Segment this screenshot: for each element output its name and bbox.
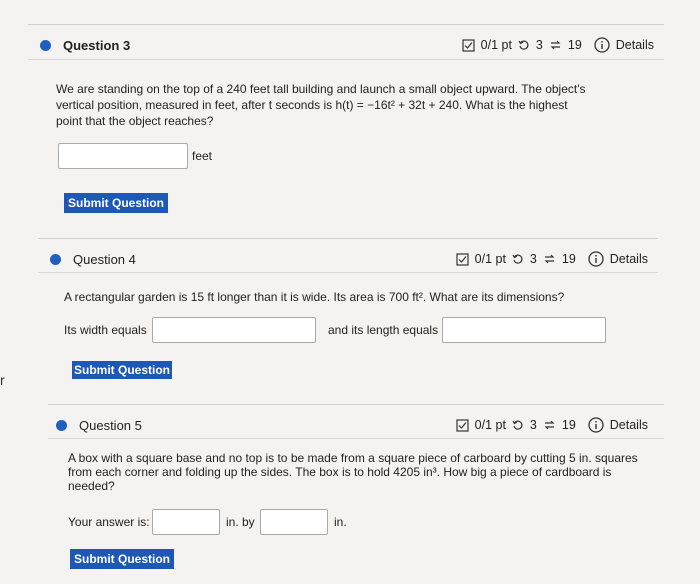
question-5: Question 5 0/1 pt 3 19 Details A box wit… [48,404,664,574]
question-meta: 0/1 pt 3 19 Details [462,37,654,53]
checkbox-icon [456,252,469,266]
question-line: point that the object reaches? [56,114,214,128]
retries-count: 3 [529,418,537,432]
question-bullet-icon [40,39,51,51]
checkbox-icon [456,418,469,432]
attempts-icon [543,253,556,265]
details-link[interactable]: Details [616,38,654,52]
length-input[interactable] [442,317,606,343]
points-text: 0/1 pt [480,38,512,52]
divider [48,438,664,439]
question-meta: 0/1 pt 3 19 Details [456,251,648,267]
question-line: A rectangular garden is 15 ft longer tha… [64,290,565,304]
question-line: A box with a square base and no top is t… [68,451,638,465]
info-icon[interactable] [588,417,604,433]
question-title: Question 3 [63,37,131,53]
details-link[interactable]: Details [610,252,648,266]
question-meta: 0/1 pt 3 19 Details [456,417,648,433]
info-icon[interactable] [588,251,604,267]
question-text: A rectangular garden is 15 ft longer tha… [64,289,654,305]
attempts-count: 19 [567,38,582,52]
attempts-icon [549,39,562,51]
retry-icon [518,39,530,51]
width-input[interactable] [152,317,316,343]
length-label: and its length equals [328,323,439,337]
attempts-count: 19 [561,252,576,266]
answer-label: Your answer is: [68,515,150,529]
question-line: needed? [68,479,115,493]
question-title: Question 5 [79,417,142,433]
points-text: 0/1 pt [474,252,506,266]
retry-icon [512,419,524,431]
details-link[interactable]: Details [610,418,648,432]
question-3: Question 3 0/1 pt 3 19 Details We are st… [28,24,664,224]
submit-question-button[interactable]: Submit Question [72,361,172,379]
question-4: Question 4 0/1 pt 3 19 Details A rectang… [38,238,658,388]
submit-question-button[interactable]: Submit Question [70,549,174,569]
question-line: vertical position, measured in feet, aft… [56,98,568,112]
by-label: in. by [226,515,255,529]
attempts-icon [543,419,556,431]
retry-icon [512,253,524,265]
width-label: Its width equals [64,323,147,337]
question-text: A box with a square base and no top is t… [68,451,660,493]
submit-question-button[interactable]: Submit Question [64,193,168,213]
question-bullet-icon [56,419,67,431]
question-bullet-icon [50,253,61,265]
question-line: from each corner and folding up the side… [68,465,612,479]
attempts-count: 19 [561,418,576,432]
in-label: in. [334,515,347,529]
side-input-1[interactable] [152,509,220,535]
retries-count: 3 [529,252,537,266]
side-input-2[interactable] [260,509,328,535]
question-title: Question 4 [73,251,136,267]
unit-label: feet [192,149,213,163]
info-icon[interactable] [594,37,610,53]
checkbox-icon [462,38,475,52]
points-text: 0/1 pt [474,418,506,432]
divider [28,59,664,60]
question-text: We are standing on the top of a 240 feet… [56,81,656,129]
answer-input[interactable] [58,143,188,169]
stray-char: r [0,372,5,388]
retries-count: 3 [535,38,543,52]
divider [38,272,658,273]
question-line: We are standing on the top of a 240 feet… [56,82,586,96]
